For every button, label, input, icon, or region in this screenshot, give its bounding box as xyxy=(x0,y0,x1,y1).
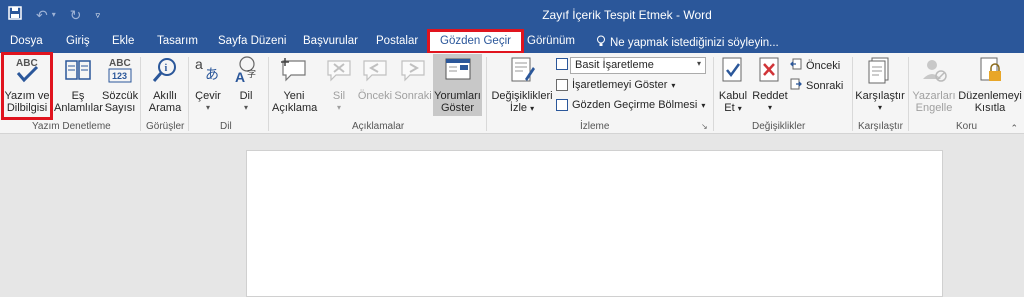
group-label-changes: Değişiklikler xyxy=(752,121,806,132)
group-divider xyxy=(268,57,269,131)
group-label-language: Dil xyxy=(220,121,232,132)
thesaurus-button[interactable]: Eş Anlamlılar xyxy=(54,55,103,114)
show-markup-button[interactable]: İşaretlemeyi Göster ▾ xyxy=(556,79,675,91)
chevron-down-icon: ▾ xyxy=(767,103,772,112)
tab-references[interactable]: Başvurular xyxy=(303,35,358,47)
track-changes-icon xyxy=(490,55,554,88)
group-divider xyxy=(140,57,141,131)
group-label-comments: Açıklamalar xyxy=(352,121,405,132)
tab-file[interactable]: Dosya xyxy=(10,35,43,47)
group-label-proofing: Yazım Denetleme xyxy=(32,121,111,132)
group-divider xyxy=(713,57,714,131)
lightbulb-icon xyxy=(596,35,606,50)
chevron-down-icon: ▾ xyxy=(701,100,706,110)
group-divider xyxy=(908,57,909,131)
delete-comment-button[interactable]: Sil ▾ xyxy=(324,55,354,114)
svg-text:i: i xyxy=(165,63,168,74)
track-changes-button[interactable]: Değişiklikleri İzle ▾ xyxy=(490,55,554,115)
language-button[interactable]: A字 Dil ▾ xyxy=(228,55,264,114)
chevron-down-icon: ▾ xyxy=(696,59,701,68)
chevron-down-icon: ▾ xyxy=(737,104,742,113)
markup-icon xyxy=(556,58,568,70)
reviewing-pane-icon xyxy=(556,99,568,111)
translate-button[interactable]: aあ Çevir ▾ xyxy=(190,55,226,114)
book-icon xyxy=(54,55,102,88)
smart-lookup-button[interactable]: i Akıllı Arama xyxy=(144,55,186,114)
tab-view[interactable]: Görünüm xyxy=(527,35,575,47)
lookup-icon: i xyxy=(144,55,186,88)
reject-button[interactable]: Reddet ▾ xyxy=(752,55,788,114)
language-icon: A字 xyxy=(228,55,264,88)
previous-change-button[interactable]: Önceki xyxy=(790,58,840,73)
chevron-down-icon: ▾ xyxy=(243,103,248,112)
markup-dropdown[interactable]: Basit İşaretleme ▾ xyxy=(570,57,706,74)
chevron-down-icon: ▾ xyxy=(336,103,341,112)
tab-mailings[interactable]: Postalar xyxy=(376,35,418,47)
compare-icon xyxy=(855,55,905,88)
reject-icon xyxy=(752,55,788,88)
accept-button[interactable]: Kabul Et ▾ xyxy=(716,55,750,115)
word-count-button[interactable]: ABC 123 Sözcük Sayısı xyxy=(102,55,138,114)
tab-layout[interactable]: Sayfa Düzeni xyxy=(218,35,286,47)
reviewing-pane-button[interactable]: Gözden Geçirme Bölmesi ▾ xyxy=(556,99,705,111)
group-divider xyxy=(486,57,487,131)
next-comment-icon xyxy=(394,55,432,88)
svg-text:字: 字 xyxy=(247,68,256,80)
svg-text:123: 123 xyxy=(112,71,127,81)
group-label-protect: Koru xyxy=(956,121,978,132)
new-comment-button[interactable]: Yeni Açıklama xyxy=(272,55,317,114)
next-change-button[interactable]: Sonraki xyxy=(790,78,843,93)
highlight-box xyxy=(1,52,53,120)
dialog-launcher-icon[interactable]: ↘ xyxy=(701,122,708,131)
ribbon: ABC Yazım ve Dilbilgisi Eş Anlamlılar AB… xyxy=(0,52,1024,134)
svg-text:ABC: ABC xyxy=(109,58,131,69)
chevron-down-icon: ▾ xyxy=(530,104,535,113)
accept-icon xyxy=(716,55,750,88)
restrict-editing-button[interactable]: Düzenlemeyi Kısıtla xyxy=(958,55,1022,114)
translate-icon: aあ xyxy=(190,55,226,88)
compare-button[interactable]: Karşılaştır ▾ xyxy=(855,55,905,114)
chevron-down-icon: ▾ xyxy=(205,103,210,112)
group-divider xyxy=(852,57,853,131)
tab-review[interactable]: Gözden Geçir xyxy=(427,29,524,54)
show-comments-button[interactable]: Yorumları Göster xyxy=(433,55,482,114)
next-comment-button[interactable]: Sonraki xyxy=(394,55,432,102)
document-page[interactable] xyxy=(246,150,943,297)
collapse-ribbon-icon[interactable]: ⌃ xyxy=(1010,123,1018,134)
group-label-compare: Karşılaştır xyxy=(858,121,904,132)
group-label-insights: Görüşler xyxy=(146,121,185,132)
svg-text:a: a xyxy=(195,56,203,72)
new-comment-icon xyxy=(272,55,316,88)
tab-insert[interactable]: Ekle xyxy=(112,35,134,47)
block-authors-icon xyxy=(910,55,958,88)
delete-comment-icon xyxy=(324,55,354,88)
next-change-icon xyxy=(790,78,802,93)
tell-me-box[interactable]: Ne yapmak istediğinizi söyleyin... xyxy=(596,35,779,50)
chevron-down-icon: ▾ xyxy=(671,80,676,90)
group-divider xyxy=(188,57,189,131)
group-label-tracking: İzleme xyxy=(580,121,610,132)
ribbon-tabs: Dosya Giriş Ekle Tasarım Sayfa Düzeni Ba… xyxy=(0,29,1024,54)
previous-comment-button[interactable]: Önceki xyxy=(356,55,394,102)
word-count-icon: ABC 123 xyxy=(102,55,138,88)
show-markup-icon xyxy=(556,79,568,91)
svg-text:あ: あ xyxy=(205,67,219,83)
chevron-down-icon: ▾ xyxy=(877,103,882,112)
document-workspace xyxy=(0,134,1024,297)
lock-icon xyxy=(958,55,1022,88)
previous-comment-icon xyxy=(356,55,394,88)
block-authors-button[interactable]: Yazarları Engelle xyxy=(910,55,958,114)
tab-home[interactable]: Giriş xyxy=(66,35,90,47)
previous-change-icon xyxy=(790,58,802,73)
tab-design[interactable]: Tasarım xyxy=(157,35,198,47)
svg-text:A: A xyxy=(235,69,245,85)
title-bar: ↶ ▾ ↻ ▿ Zayıf İçerik Tespit Etmek - Word xyxy=(0,0,1024,31)
tell-me-text: Ne yapmak istediğinizi söyleyin... xyxy=(610,36,779,49)
show-comments-icon xyxy=(433,55,482,88)
window-title: Zayıf İçerik Tespit Etmek - Word xyxy=(542,8,712,22)
